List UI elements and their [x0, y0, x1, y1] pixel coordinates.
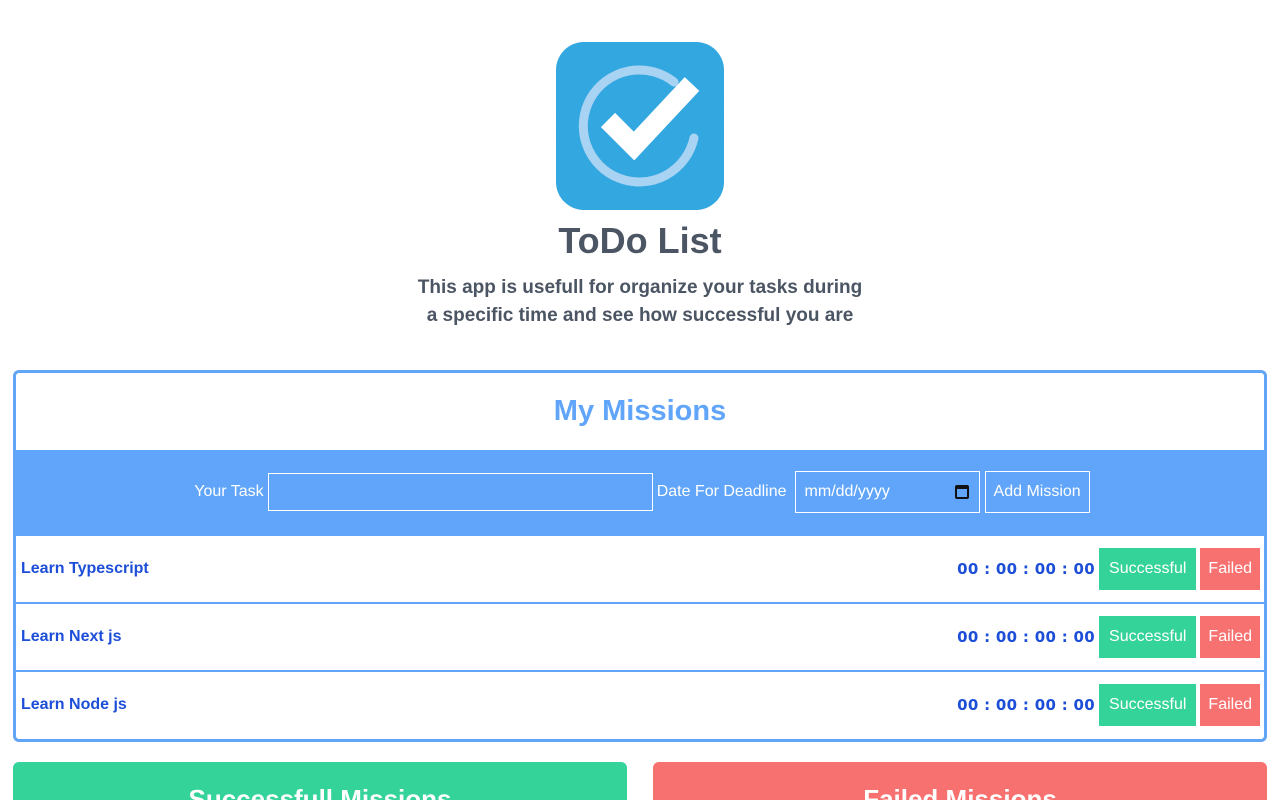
- page: ToDo List This app is usefull for organi…: [0, 0, 1280, 800]
- mission-name: Learn Typescript: [21, 560, 149, 577]
- mission-name: Learn Next js: [21, 628, 122, 645]
- missions-panel: My Missions Your Task Date For Deadline …: [13, 370, 1267, 742]
- successful-missions-panel: Successfull Missions: [13, 762, 627, 800]
- mark-failed-button[interactable]: Failed: [1200, 616, 1260, 658]
- mission-countdown: 00 : 00 : 00 : 00: [957, 560, 1096, 578]
- calendar-icon[interactable]: [954, 485, 969, 499]
- mission-countdown: 00 : 00 : 00 : 00: [957, 628, 1096, 646]
- mission-name: Learn Node js: [21, 696, 127, 713]
- task-label: Your Task: [194, 483, 264, 500]
- mark-failed-button[interactable]: Failed: [1200, 548, 1260, 590]
- mission-countdown: 00 : 00 : 00 : 00: [957, 696, 1096, 714]
- deadline-placeholder: mm/dd/yyyy: [804, 483, 890, 500]
- successful-missions-title: Successfull Missions: [188, 784, 452, 800]
- mission-row: Learn Next js 00 : 00 : 00 : 00 Successf…: [16, 602, 1264, 670]
- failed-missions-title: Failed Missions: [863, 784, 1057, 800]
- app-description: This app is usefull for organize your ta…: [417, 277, 863, 326]
- mark-failed-button[interactable]: Failed: [1200, 684, 1260, 726]
- failed-missions-panel: Failed Missions: [653, 762, 1267, 800]
- check-circle-icon: [556, 42, 724, 210]
- app-title: ToDo List: [558, 220, 722, 261]
- mark-successful-button[interactable]: Successful: [1099, 684, 1197, 726]
- deadline-label: Date For Deadline: [656, 483, 787, 500]
- add-mission-form: Your Task Date For Deadline mm/dd/yyyy A…: [16, 450, 1264, 534]
- mark-successful-button[interactable]: Successful: [1099, 548, 1197, 590]
- task-input[interactable]: [267, 473, 653, 511]
- deadline-date-input[interactable]: mm/dd/yyyy: [794, 471, 980, 513]
- add-mission-button[interactable]: Add Mission: [984, 471, 1090, 513]
- mission-row: Learn Node js 00 : 00 : 00 : 00 Successf…: [16, 670, 1264, 738]
- mark-successful-button[interactable]: Successful: [1099, 616, 1197, 658]
- mission-row: Learn Typescript 00 : 00 : 00 : 00 Succe…: [16, 534, 1264, 602]
- missions-header: My Missions: [553, 395, 727, 427]
